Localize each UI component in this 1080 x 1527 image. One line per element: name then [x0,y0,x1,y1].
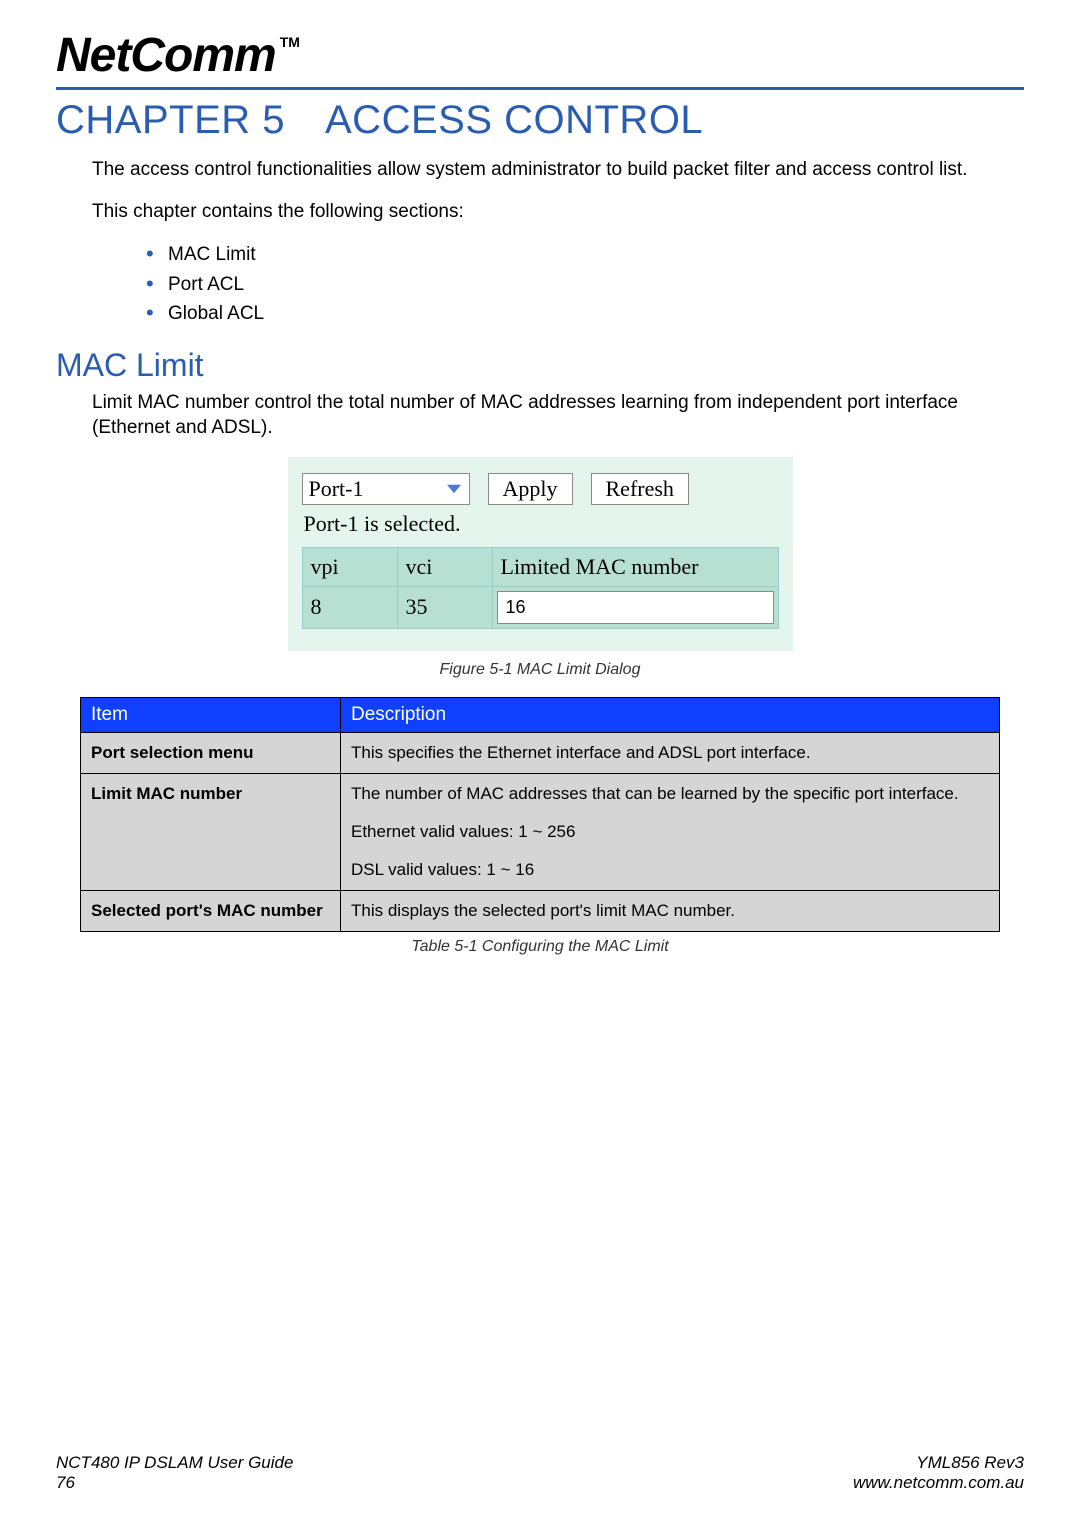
footer-revision: YML856 Rev3 [853,1453,1024,1473]
intro-paragraph-1: The access control functionalities allow… [92,157,1024,183]
desc-cell: This specifies the Ethernet interface an… [341,732,1000,773]
table-row: 8 35 [302,586,778,628]
table-header-row: Item Description [81,697,1000,732]
head-description: Description [341,697,1000,732]
table-row: Selected port's MAC number This displays… [81,890,1000,931]
cell-vpi: 8 [302,586,397,628]
table-row: Limit MAC number The number of MAC addre… [81,773,1000,890]
col-limited-mac: Limited MAC number [492,547,778,586]
mac-limit-dialog: Port-1 Apply Refresh Port-1 is selected.… [288,457,793,651]
cell-vci: 35 [397,586,492,628]
limited-mac-input[interactable] [497,591,774,624]
desc-sub-dsl: DSL valid values: 1 ~ 16 [351,860,989,880]
brand-logo: NetComm TM [56,28,1024,83]
footer-guide-title: NCT480 IP DSLAM User Guide [56,1453,293,1473]
apply-button[interactable]: Apply [488,473,573,505]
page-footer: NCT480 IP DSLAM User Guide 76 YML856 Rev… [56,1453,1024,1493]
table-header-row: vpi vci Limited MAC number [302,547,778,586]
header-divider [56,87,1024,90]
desc-cell: The number of MAC addresses that can be … [341,773,1000,890]
desc-sub-ethernet: Ethernet valid values: 1 ~ 256 [351,822,989,842]
cell-limited-mac [492,586,778,628]
section-body: Limit MAC number control the total numbe… [92,390,1024,441]
chapter-prefix: CHAPTER 5 [56,98,285,142]
item-cell: Limit MAC number [81,773,341,890]
section-heading-mac-limit: MAC Limit [56,347,1024,384]
table-row: Port selection menu This specifies the E… [81,732,1000,773]
desc-main: The number of MAC addresses that can be … [351,784,959,803]
dialog-toolbar: Port-1 Apply Refresh [302,473,779,505]
port-select[interactable]: Port-1 [302,473,470,505]
footer-url: www.netcomm.com.au [853,1473,1024,1493]
desc-cell: This displays the selected port's limit … [341,890,1000,931]
table-caption: Table 5-1 Configuring the MAC Limit [56,938,1024,956]
figure-caption: Figure 5-1 MAC Limit Dialog [56,661,1024,679]
chapter-title: ACCESS CONTROL [325,98,703,142]
port-select-value: Port-1 [309,476,364,502]
toc-item: MAC Limit [146,240,1024,269]
dialog-status-text: Port-1 is selected. [304,511,779,537]
footer-left: NCT480 IP DSLAM User Guide 76 [56,1453,293,1493]
mac-limit-table: vpi vci Limited MAC number 8 35 [302,547,779,629]
chevron-down-icon [441,476,467,502]
col-vpi: vpi [302,547,397,586]
col-vci: vci [397,547,492,586]
toc-item: Port ACL [146,270,1024,299]
head-item: Item [81,697,341,732]
refresh-button[interactable]: Refresh [591,473,689,505]
footer-right: YML856 Rev3 www.netcomm.com.au [853,1453,1024,1493]
toc-item: Global ACL [146,299,1024,328]
section-toc: MAC Limit Port ACL Global ACL [146,240,1024,328]
description-table: Item Description Port selection menu Thi… [80,697,1000,932]
logo-text: NetComm [56,28,276,83]
footer-page-number: 76 [56,1473,293,1493]
document-page: NetComm TM CHAPTER 5 ACCESS CONTROL The a… [0,0,1080,1527]
chapter-heading: CHAPTER 5 ACCESS CONTROL [56,98,1024,143]
trademark-symbol: TM [280,34,300,50]
intro-paragraph-2: This chapter contains the following sect… [92,199,1024,225]
item-cell: Selected port's MAC number [81,890,341,931]
item-cell: Port selection menu [81,732,341,773]
